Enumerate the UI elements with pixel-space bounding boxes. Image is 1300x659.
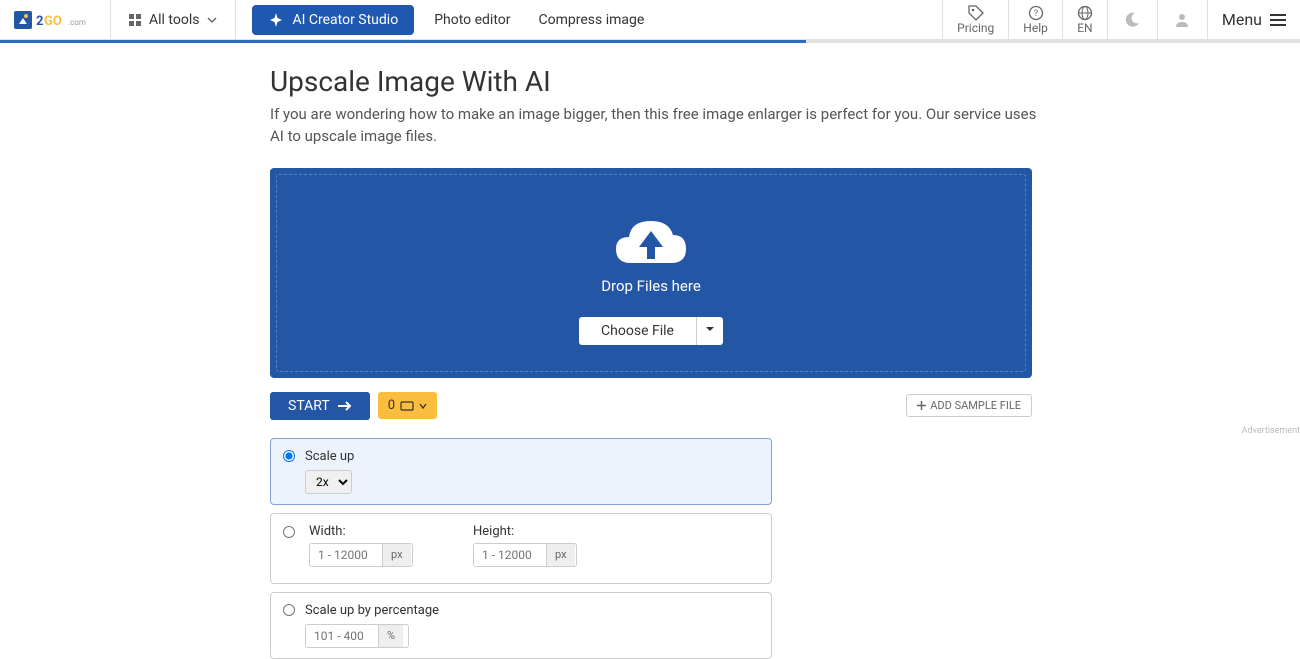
add-sample-button[interactable]: ADD SAMPLE FILE: [906, 394, 1032, 417]
caret-down-icon: [705, 324, 715, 334]
language-label: EN: [1077, 21, 1092, 35]
ad-label: Advertisement: [270, 426, 1300, 436]
help-label: Help: [1023, 21, 1048, 35]
compress-link[interactable]: Compress image: [525, 12, 659, 28]
main-content: Upscale Image With AI If you are wonderi…: [270, 43, 1300, 659]
choose-file-button[interactable]: Choose File: [579, 317, 696, 345]
menu-label: Menu: [1222, 10, 1262, 29]
choose-file-dropdown[interactable]: [696, 317, 723, 345]
add-sample-label: ADD SAMPLE FILE: [930, 399, 1021, 412]
photo-editor-link[interactable]: Photo editor: [420, 12, 524, 28]
globe-icon: [1077, 5, 1093, 21]
svg-text:?: ?: [1033, 9, 1037, 19]
chevron-down-icon: [207, 15, 217, 25]
action-row: START 0 ADD SAMPLE FILE: [270, 392, 1032, 420]
scale-factor-select[interactable]: 2x: [305, 470, 352, 494]
start-label: START: [288, 398, 330, 414]
svg-text:GO: GO: [44, 14, 62, 29]
all-tools-label: All tools: [149, 12, 199, 28]
start-button[interactable]: START: [270, 392, 370, 420]
pricing-label: Pricing: [957, 21, 994, 35]
ai-creator-studio-button[interactable]: AI Creator Studio: [252, 5, 414, 35]
height-input[interactable]: [474, 544, 546, 566]
menu-button[interactable]: Menu: [1207, 0, 1300, 40]
drop-inner: Drop Files here Choose File: [276, 174, 1026, 372]
width-unit: px: [382, 544, 411, 566]
arrow-right-icon: [338, 400, 352, 412]
dimensions-option: Width: px Height: px: [270, 513, 772, 584]
user-account[interactable]: [1157, 0, 1207, 40]
all-tools-menu[interactable]: All tools: [111, 0, 236, 40]
scale-up-label: Scale up: [305, 449, 354, 464]
percentage-row[interactable]: Scale up by percentage: [283, 603, 759, 618]
moon-icon: [1123, 11, 1141, 29]
file-drop-zone[interactable]: Drop Files here Choose File: [270, 168, 1032, 378]
user-icon: [1173, 11, 1191, 29]
pricing-link[interactable]: Pricing: [942, 0, 1008, 40]
help-icon: ?: [1028, 5, 1044, 21]
scale-up-radio[interactable]: [283, 450, 295, 462]
top-navigation: 2 GO .com All tools AI Creator Studio Ph…: [0, 0, 1300, 40]
choose-file-group: Choose File: [579, 317, 723, 345]
language-selector[interactable]: EN: [1062, 0, 1107, 40]
help-link[interactable]: ? Help: [1008, 0, 1062, 40]
options-panel: Scale up 2x Width: px: [270, 438, 772, 659]
percentage-label: Scale up by percentage: [305, 603, 439, 618]
grid-icon: [129, 14, 141, 26]
svg-text:2: 2: [36, 14, 43, 29]
hamburger-icon: [1270, 13, 1286, 27]
file-icon: [400, 401, 414, 411]
percentage-radio[interactable]: [283, 604, 295, 616]
cloud-upload-icon: [611, 213, 691, 269]
width-label: Width:: [309, 524, 413, 539]
dimensions-radio[interactable]: [283, 526, 295, 538]
page-title: Upscale Image With AI: [270, 65, 1300, 98]
ai-studio-label: AI Creator Studio: [292, 12, 398, 28]
chevron-down-icon: [419, 402, 427, 410]
right-menu: Pricing ? Help EN Menu: [942, 0, 1300, 40]
page-subtitle: If you are wondering how to make an imag…: [270, 104, 1040, 148]
logo[interactable]: 2 GO .com: [0, 0, 111, 40]
files-dropdown[interactable]: 0: [378, 392, 437, 419]
drop-text: Drop Files here: [601, 277, 701, 295]
logo-icon: 2 GO .com: [14, 7, 96, 33]
sparkle-icon: [268, 12, 284, 28]
scale-up-row[interactable]: Scale up: [283, 449, 759, 464]
height-label: Height:: [473, 524, 577, 539]
theme-toggle[interactable]: [1107, 0, 1157, 40]
width-input[interactable]: [310, 544, 382, 566]
scale-up-option: Scale up 2x: [270, 438, 772, 505]
files-count: 0: [388, 398, 395, 413]
percentage-input[interactable]: [306, 625, 378, 647]
plus-icon: [917, 401, 926, 410]
svg-text:.com: .com: [68, 18, 86, 27]
percentage-option: Scale up by percentage %: [270, 592, 772, 659]
tag-icon: [968, 5, 984, 21]
percentage-unit: %: [378, 625, 403, 647]
height-unit: px: [546, 544, 575, 566]
